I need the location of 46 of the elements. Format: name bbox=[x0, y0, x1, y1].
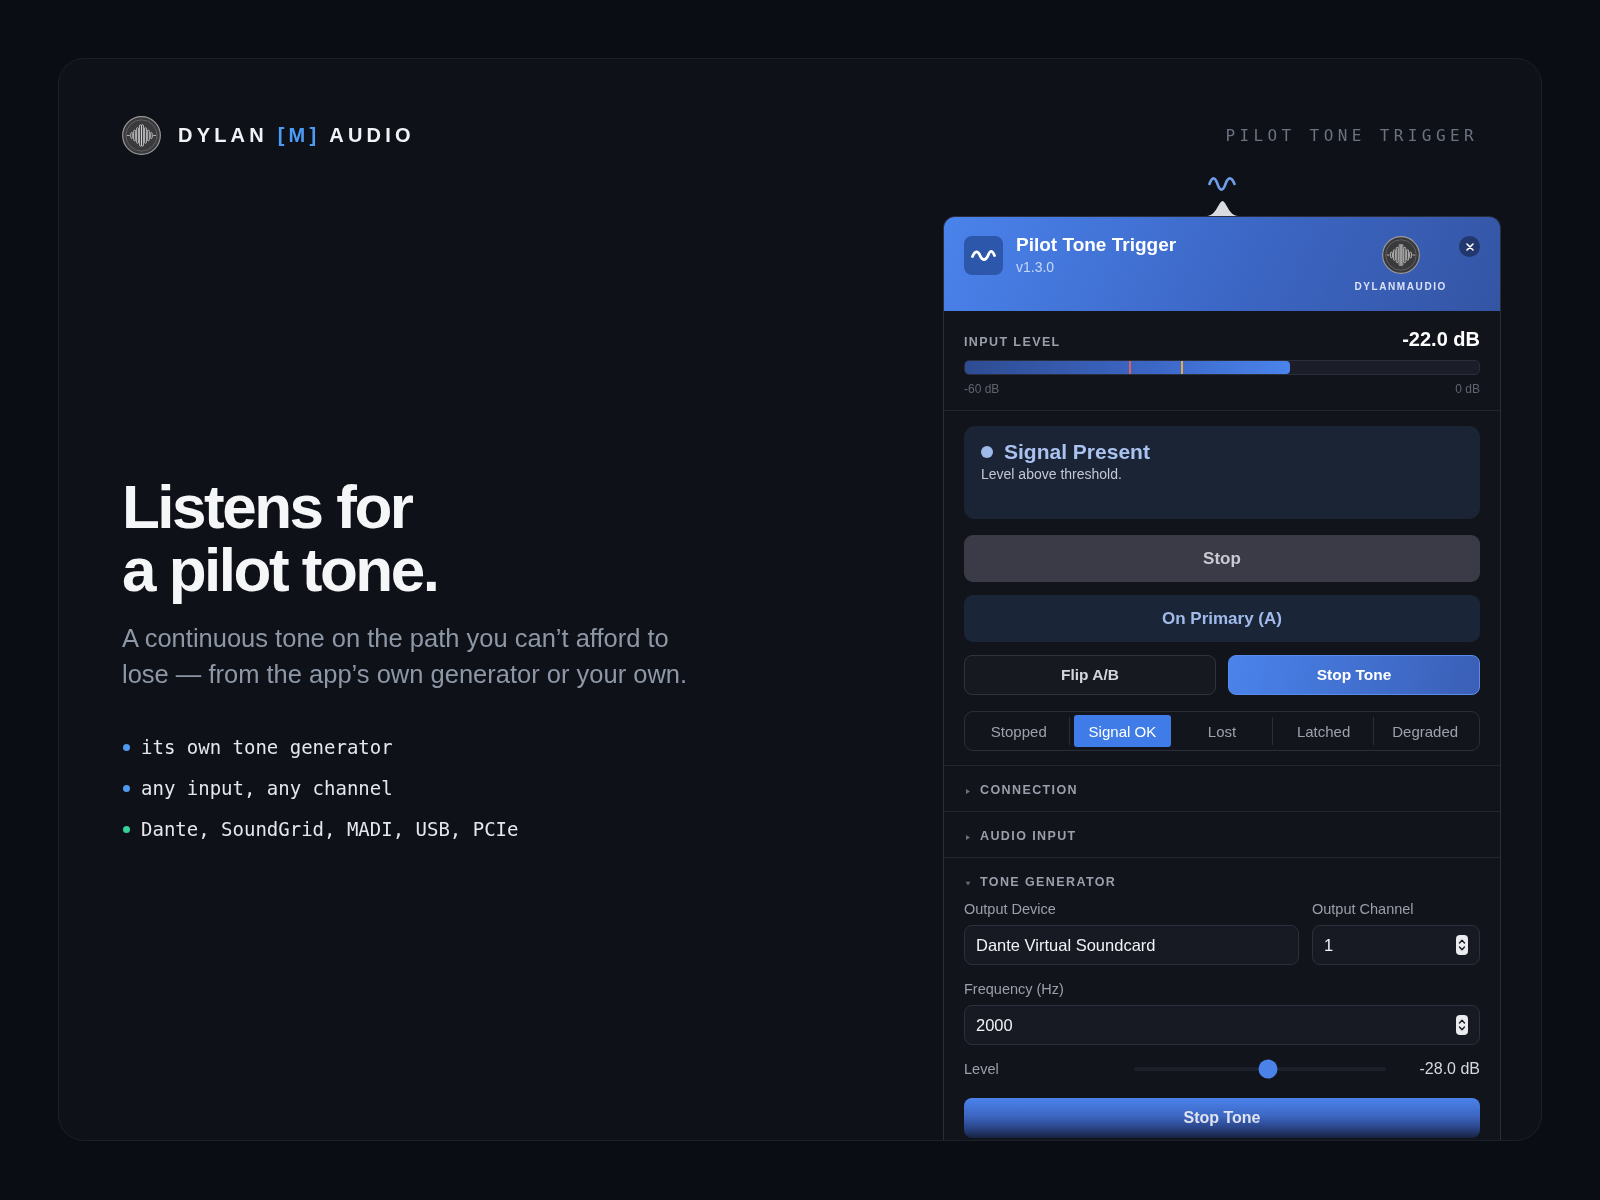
status-title: Signal Present bbox=[1004, 440, 1150, 464]
pointer-arrow-icon bbox=[1206, 201, 1238, 216]
section-header[interactable]: CONNECTION bbox=[944, 766, 1500, 811]
scale-label: 0 dB bbox=[1455, 382, 1480, 396]
field-label: Output Channel bbox=[1312, 901, 1414, 917]
mode-tab[interactable]: Stopped bbox=[968, 715, 1070, 747]
status-dot-icon bbox=[981, 446, 993, 458]
output-channel-field[interactable]: 1 bbox=[1312, 925, 1480, 965]
mode-tab[interactable]: Degraded bbox=[1374, 715, 1476, 747]
stepper-icon[interactable] bbox=[1456, 1015, 1468, 1035]
output-device-field[interactable]: Dante Virtual Soundcard bbox=[964, 925, 1299, 965]
version-label: v1.3.0 bbox=[1016, 258, 1055, 276]
vendor-name: DYLANMAUDIO bbox=[1354, 281, 1447, 293]
product-tagline: PILOT TONE TRIGGER bbox=[1225, 126, 1478, 145]
panel-title: Pilot Tone Trigger bbox=[1016, 234, 1177, 256]
section-header[interactable]: AUDIO INPUT bbox=[944, 812, 1500, 857]
mode-tab[interactable]: Lost bbox=[1171, 715, 1273, 747]
section-label: INPUT LEVEL bbox=[964, 335, 1061, 350]
scale-label: -60 dB bbox=[964, 382, 1000, 396]
stop-tone-button[interactable]: Stop Tone bbox=[1228, 655, 1480, 695]
feature-text: its own tone generator bbox=[141, 735, 393, 759]
waveform-logo-icon bbox=[1381, 236, 1420, 274]
feature-text: Dante, SoundGrid, MADI, USB, PCIe bbox=[141, 817, 519, 841]
frequency-field[interactable]: 2000 bbox=[964, 1005, 1480, 1045]
level-reading: -28.0 dB bbox=[1418, 1060, 1480, 1078]
route-status-button[interactable]: On Primary (A) bbox=[964, 595, 1480, 642]
flip-button[interactable]: Flip A/B bbox=[964, 655, 1216, 695]
feature-text: any input, any channel bbox=[141, 776, 393, 800]
subtitle: A continuous tone on the path you can’t afford to lose — from the app’s own generator or your own. bbox=[122, 623, 689, 690]
sine-wave-icon bbox=[964, 236, 1003, 275]
brand-name: DYLAN [M] AUDIO bbox=[178, 124, 415, 147]
status-detail: Level above threshold. bbox=[981, 466, 1122, 483]
slider-thumb[interactable] bbox=[1258, 1059, 1278, 1079]
field-label: Output Device bbox=[964, 901, 1056, 917]
level-reading: -22.0 dB bbox=[1402, 328, 1480, 350]
mode-tab[interactable]: Latched bbox=[1272, 715, 1375, 747]
close-button[interactable] bbox=[1459, 236, 1480, 257]
field-label: Level bbox=[964, 1061, 999, 1077]
close-icon bbox=[1465, 242, 1474, 251]
stop-tone-button[interactable]: Stop Tone bbox=[964, 1098, 1480, 1138]
sine-wave-icon bbox=[1208, 175, 1236, 193]
stepper-icon[interactable] bbox=[1456, 935, 1468, 955]
waveform-logo-icon bbox=[122, 116, 161, 155]
field-label: Frequency (Hz) bbox=[964, 981, 1064, 997]
section-header[interactable]: TONE GENERATOR bbox=[944, 858, 1500, 898]
stop-button[interactable]: Stop bbox=[964, 535, 1480, 582]
